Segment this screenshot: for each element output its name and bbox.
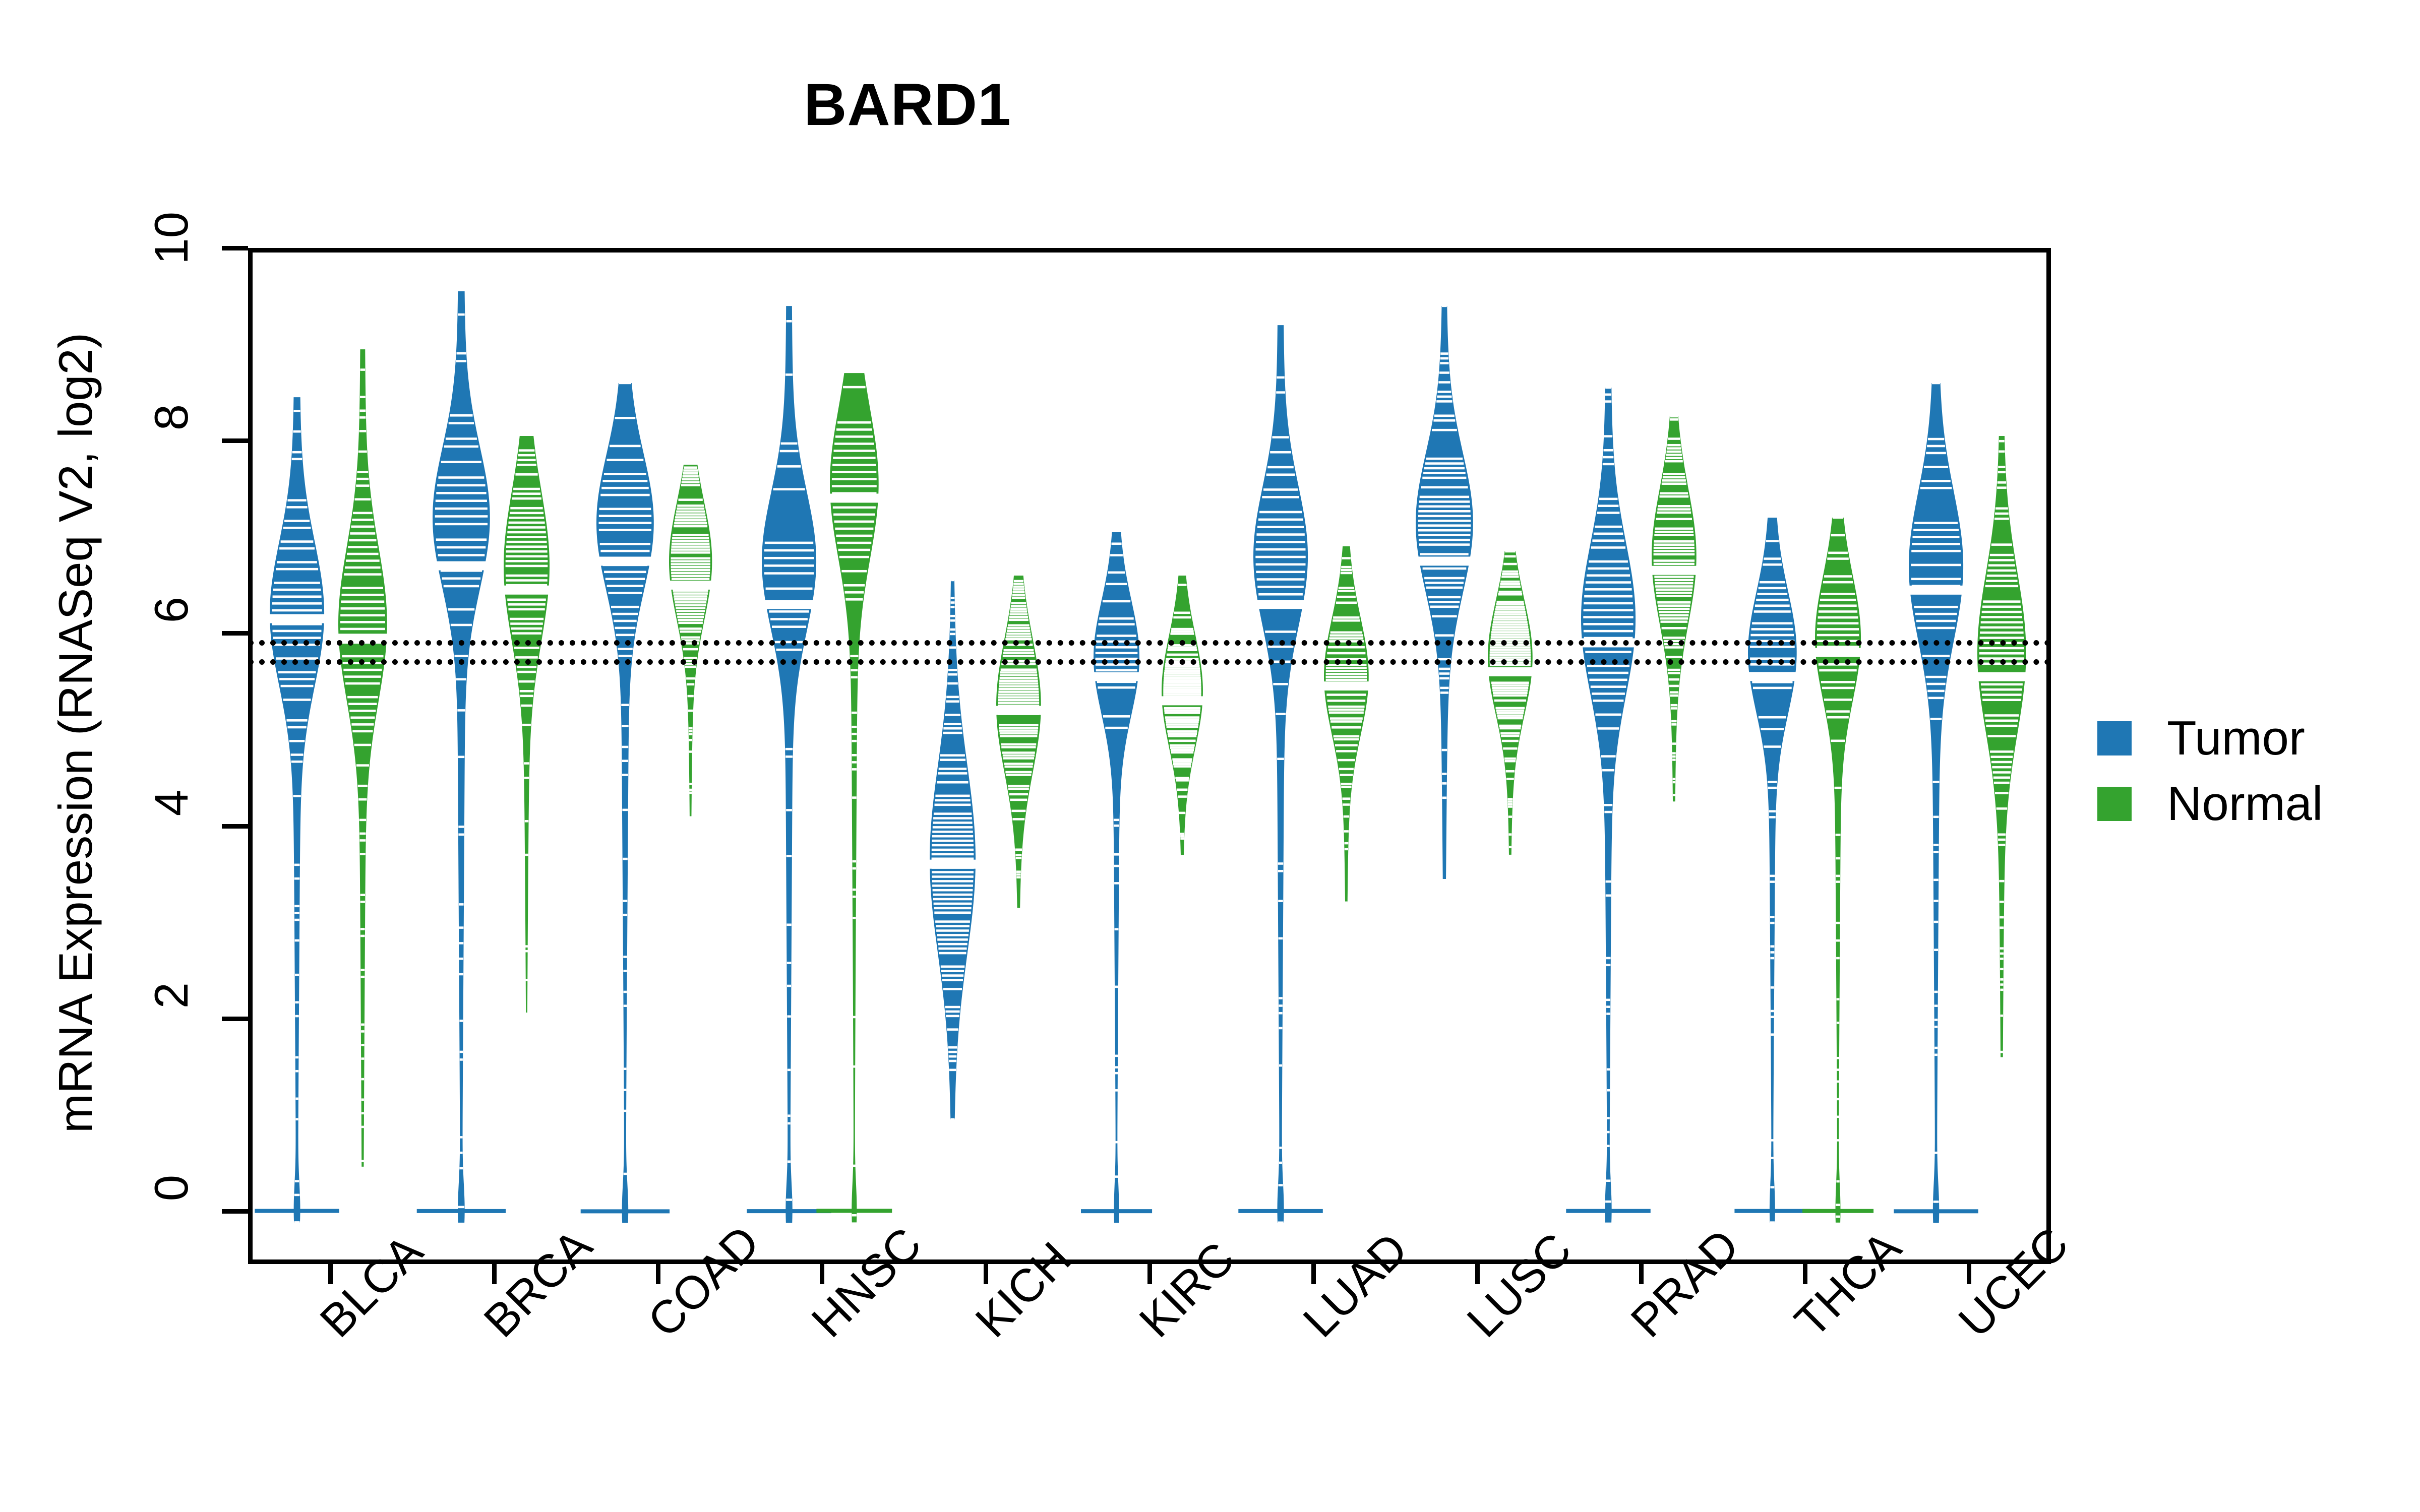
legend-label-normal: Normal	[2167, 776, 2323, 832]
legend-swatch-normal	[2097, 787, 2132, 821]
y-tick-label: 4	[144, 790, 199, 860]
y-tick-label: 10	[144, 212, 199, 282]
y-tick-mark	[222, 824, 248, 829]
violin-luad[interactable]	[1320, 541, 1372, 908]
y-tick-mark	[222, 631, 248, 636]
violin-kirc[interactable]	[1090, 527, 1143, 1228]
violin-hnsc[interactable]	[826, 368, 882, 1227]
violin-lusc[interactable]	[1484, 546, 1536, 860]
reference-line	[248, 640, 2051, 646]
y-tick-label: 8	[144, 404, 199, 475]
x-tick-mark	[328, 1264, 333, 1284]
x-tick-mark	[1311, 1264, 1316, 1284]
x-tick-mark	[1803, 1264, 1807, 1284]
x-tick-mark	[1475, 1264, 1480, 1284]
x-tick-mark	[984, 1264, 988, 1284]
chart-title: BARD1	[0, 71, 1815, 139]
y-tick-label: 2	[144, 982, 199, 1053]
x-tick-mark	[820, 1264, 824, 1284]
violin-thca[interactable]	[1811, 513, 1864, 1228]
violin-kich[interactable]	[926, 575, 979, 1124]
violin-brca[interactable]	[429, 286, 494, 1228]
violin-thca[interactable]	[1744, 513, 1800, 1228]
plot-area	[248, 248, 2051, 1264]
legend-swatch-tumor	[2097, 721, 2132, 755]
violin-hnsc[interactable]	[758, 301, 820, 1228]
y-tick-mark	[222, 1209, 248, 1214]
violin-brca[interactable]	[500, 431, 553, 1019]
reference-line	[248, 659, 2051, 665]
y-tick-label: 6	[144, 597, 199, 667]
legend-item-normal[interactable]: Normal	[2097, 771, 2323, 837]
violin-kich[interactable]	[993, 571, 1045, 913]
y-axis-label: mRNA Expression (RNASeq V2, log2)	[48, 204, 103, 1262]
x-tick-mark	[1147, 1264, 1152, 1284]
legend-item-tumor[interactable]: Tumor	[2097, 706, 2323, 771]
x-tick-mark	[1639, 1264, 1644, 1284]
x-tick-mark	[1967, 1264, 1971, 1284]
y-tick-label: 0	[144, 1175, 199, 1245]
legend-label-tumor: Tumor	[2167, 711, 2305, 766]
y-tick-mark	[222, 1017, 248, 1021]
violin-blca[interactable]	[335, 344, 391, 1173]
violin-luad[interactable]	[1250, 320, 1311, 1228]
violin-ucec[interactable]	[1905, 378, 1967, 1228]
legend: Tumor Normal	[2097, 706, 2323, 837]
y-tick-mark	[222, 246, 248, 250]
violin-lusc[interactable]	[1412, 301, 1477, 884]
violin-prad[interactable]	[1578, 383, 1639, 1228]
violin-ucec[interactable]	[1974, 431, 2030, 1062]
violin-prad[interactable]	[1648, 411, 1700, 806]
violin-blca[interactable]	[266, 392, 328, 1228]
y-tick-mark	[222, 438, 248, 443]
violin-coad[interactable]	[593, 378, 657, 1228]
x-tick-mark	[656, 1264, 660, 1284]
violin-kirc[interactable]	[1158, 571, 1206, 860]
x-tick-mark	[492, 1264, 497, 1284]
chart-canvas: BARD1 mRNA Expression (RNASeq V2, log2) …	[0, 0, 2420, 1512]
